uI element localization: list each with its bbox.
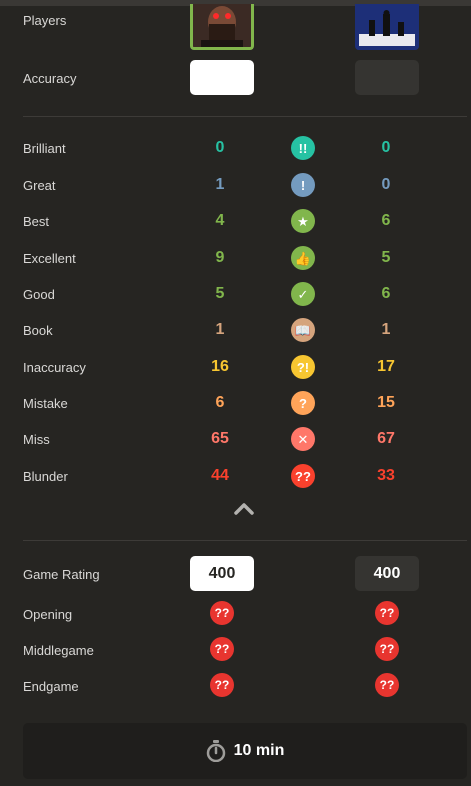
white-book-count: 1 [215, 321, 225, 338]
classification-label-book: Book [23, 323, 53, 338]
inaccuracy-icon: ?! [291, 355, 315, 379]
black-endgame-blunder-icon: ?? [375, 673, 399, 697]
accuracy-label: Accuracy [23, 71, 77, 86]
brilliant-icon: !! [291, 136, 315, 160]
black-good-count: 6 [381, 285, 391, 302]
black-accuracy-box [355, 60, 419, 95]
book-icon: 📖 [291, 318, 315, 342]
black-best-count: 6 [381, 212, 391, 229]
white-blunder-count: 44 [211, 467, 229, 484]
black-opening-blunder-icon: ?? [375, 601, 399, 625]
divider-bottom [23, 540, 467, 541]
classification-label-brilliant: Brilliant [23, 141, 66, 156]
best-icon: ★ [291, 209, 315, 233]
white-excellent-count: 9 [215, 249, 225, 266]
black-miss-count: 67 [377, 430, 395, 447]
classification-label-best: Best [23, 214, 50, 229]
classification-label-excellent: Excellent [23, 251, 76, 266]
thumbs-up-icon: 👍 [291, 246, 315, 270]
classification-label-miss: Miss [23, 432, 50, 447]
phase-label-endgame: Endgame [23, 679, 79, 694]
chess-pieces-avatar-icon [355, 4, 419, 50]
miss-icon: ✕ [291, 427, 315, 451]
stopwatch-icon [206, 740, 225, 762]
great-icon: ! [291, 173, 315, 197]
game-rating-label: Game Rating [23, 567, 100, 582]
white-middlegame-blunder-icon: ?? [210, 637, 234, 661]
white-best-count: 4 [215, 212, 225, 229]
classification-label-blunder: Blunder [23, 469, 68, 484]
classification-label-inaccuracy: Inaccuracy [23, 360, 86, 375]
black-middlegame-blunder-icon: ?? [375, 637, 399, 661]
classification-label-great: Great [23, 178, 56, 193]
chevron-up-icon[interactable] [232, 500, 256, 516]
black-inaccuracy-count: 17 [377, 358, 395, 375]
time-control-label: 10 min [233, 742, 285, 759]
white-endgame-blunder-icon: ?? [210, 673, 234, 697]
white-good-count: 5 [215, 285, 225, 302]
classification-label-good: Good [23, 287, 55, 302]
black-great-count: 0 [381, 176, 391, 193]
white-game-rating: 400 [190, 556, 254, 591]
phase-label-opening: Opening [23, 607, 73, 622]
white-great-count: 1 [215, 176, 225, 193]
classification-label-mistake: Mistake [23, 396, 68, 411]
player-avatar-icon [193, 4, 251, 47]
players-row: Players [0, 0, 471, 52]
white-player-avatar[interactable] [190, 4, 254, 50]
black-book-count: 1 [381, 321, 391, 338]
white-accuracy-box [190, 60, 254, 95]
divider-top [23, 116, 467, 117]
players-label: Players [23, 13, 67, 28]
black-game-rating: 400 [355, 556, 419, 591]
white-opening-blunder-icon: ?? [210, 601, 234, 625]
blunder-icon: ?? [291, 464, 315, 488]
checkmark-icon: ✓ [291, 282, 315, 306]
black-player-avatar[interactable] [355, 4, 419, 50]
mistake-icon: ? [291, 391, 315, 415]
black-blunder-count: 33 [377, 467, 395, 484]
white-miss-count: 65 [211, 430, 229, 447]
black-excellent-count: 5 [381, 249, 391, 266]
white-inaccuracy-count: 16 [211, 358, 229, 375]
time-control-box[interactable]: 10 min [23, 723, 467, 779]
white-mistake-count: 6 [215, 394, 225, 411]
black-mistake-count: 15 [377, 394, 395, 411]
black-brilliant-count: 0 [381, 139, 391, 156]
phase-label-middlegame: Middlegame [23, 643, 94, 658]
white-brilliant-count: 0 [215, 139, 225, 156]
